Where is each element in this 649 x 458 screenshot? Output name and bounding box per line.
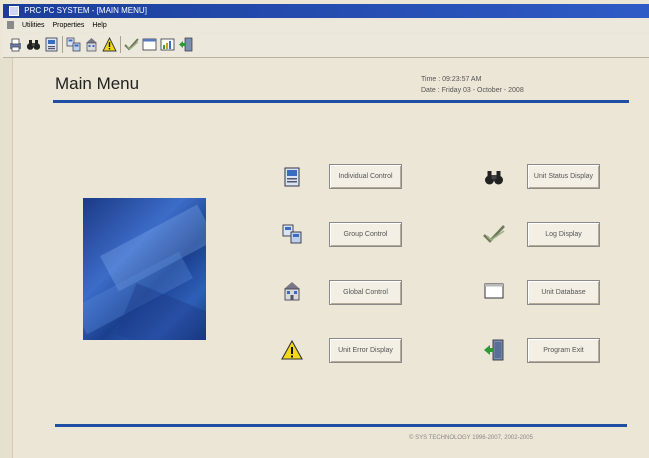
app-icon bbox=[9, 5, 19, 16]
main-panel: Main Menu Time : 09:23:57 AM Date : Frid… bbox=[13, 58, 649, 458]
date-text: Date : Friday 03 - October - 2008 bbox=[421, 87, 524, 94]
menu-help[interactable]: Help bbox=[92, 22, 106, 29]
toolbar bbox=[3, 33, 649, 58]
unit-database-button[interactable]: Unit Database bbox=[527, 280, 600, 305]
page-title: Main Menu bbox=[55, 74, 140, 93]
chart-icon[interactable] bbox=[159, 36, 176, 53]
menu-utilities[interactable]: Utilities bbox=[22, 22, 45, 29]
global-icon bbox=[281, 280, 303, 302]
window-icon[interactable] bbox=[141, 36, 158, 53]
panel-icon bbox=[281, 166, 303, 188]
toolbar-separator bbox=[62, 36, 63, 53]
time-text: Time : 09:23:57 AM bbox=[421, 76, 482, 83]
group-icon bbox=[281, 223, 303, 245]
exit-door-icon bbox=[483, 339, 505, 361]
exit-door-icon[interactable] bbox=[177, 36, 194, 53]
global-icon[interactable] bbox=[83, 36, 100, 53]
unit-status-display-button[interactable]: Unit Status Display bbox=[527, 164, 600, 189]
binoculars-icon[interactable] bbox=[25, 36, 42, 53]
decorative-image bbox=[83, 198, 206, 340]
checkmark-icon[interactable] bbox=[123, 36, 140, 53]
program-exit-button[interactable]: Program Exit bbox=[527, 338, 600, 363]
unit-error-display-button[interactable]: Unit Error Display bbox=[329, 338, 402, 363]
toolbar-separator bbox=[120, 36, 121, 53]
menu-properties[interactable]: Properties bbox=[52, 22, 84, 29]
title-bar: PRC PC SYSTEM - [MAIN MENU] bbox=[3, 4, 649, 18]
header-divider bbox=[53, 100, 629, 103]
checkmark-icon bbox=[483, 223, 505, 245]
menu-grip-icon bbox=[7, 21, 14, 30]
window-icon bbox=[483, 280, 505, 302]
print-icon[interactable] bbox=[7, 36, 24, 53]
binoculars-icon bbox=[483, 166, 505, 188]
group-icon[interactable] bbox=[65, 36, 82, 53]
warning-icon bbox=[281, 339, 303, 361]
warning-icon[interactable] bbox=[101, 36, 118, 53]
copyright-text: © SYS TECHNOLOGY 1996-2007, 2002-2005 bbox=[409, 435, 533, 441]
app-window: PRC PC SYSTEM - [MAIN MENU] Utilities Pr… bbox=[0, 0, 649, 458]
datetime-display: Time : 09:23:57 AM Date : Friday 03 - Oc… bbox=[421, 74, 524, 96]
global-control-button[interactable]: Global Control bbox=[329, 280, 402, 305]
menu-bar: Utilities Properties Help bbox=[3, 19, 649, 32]
footer-divider bbox=[55, 424, 627, 427]
left-frame bbox=[0, 58, 13, 458]
panel-icon[interactable] bbox=[43, 36, 60, 53]
group-control-button[interactable]: Group Control bbox=[329, 222, 402, 247]
individual-control-button[interactable]: Individual Control bbox=[329, 164, 402, 189]
log-display-button[interactable]: Log Display bbox=[527, 222, 600, 247]
window-title: PRC PC SYSTEM - [MAIN MENU] bbox=[24, 6, 147, 15]
